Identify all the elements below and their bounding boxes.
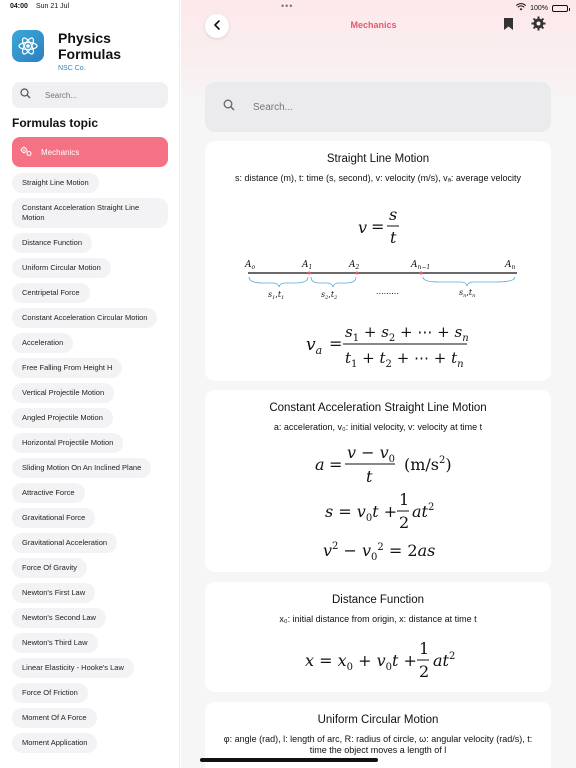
card-description: x₀: initial distance from origin, x: dis…	[279, 614, 477, 624]
card-title: Straight Line Motion	[326, 153, 430, 165]
card-title: Constant Acceleration Straight Line Moti…	[269, 402, 487, 414]
battery-icon	[552, 4, 570, 12]
topic-item[interactable]: Acceleration	[12, 333, 74, 353]
const-accel-formulas: a = v − v0 t (m/s2) s = v0t + 1 2 at2 v2…	[315, 443, 452, 563]
topic-item[interactable]: Moment Application	[12, 733, 98, 753]
formula-card[interactable]: Straight Line Motion s: distance (m), t:…	[205, 141, 551, 381]
svg-text:1: 1	[399, 490, 409, 509]
topic-item[interactable]: Free Falling From Height H	[12, 358, 123, 378]
topic-item[interactable]: Force Of Friction	[12, 683, 88, 703]
svg-text:=: =	[371, 217, 384, 236]
formula-t-den-2: t	[366, 467, 373, 486]
card-title: Distance Function	[331, 594, 425, 606]
svg-text:1: 1	[419, 639, 429, 658]
svg-text:at2: at2	[433, 651, 455, 670]
bookmark-icon	[503, 17, 514, 36]
label-an1: An−1	[410, 260, 430, 271]
motion-segment-diagram: Ao A1 A2 An−1 An s1,t1 s2,t2 sn,tn .....…	[244, 260, 517, 301]
status-date: Sun 21 Jul	[36, 3, 70, 10]
formula-s-num: s	[389, 205, 397, 224]
formula-card[interactable]: Constant Acceleration Straight Line Moti…	[205, 390, 551, 572]
formula-v-lhs: v	[358, 218, 367, 237]
topic-item[interactable]: Newton's Third Law	[12, 633, 98, 653]
topic-item[interactable]: Angled Projectile Motion	[12, 408, 113, 428]
unit-label: (m/s2)	[404, 455, 452, 474]
svg-text:=: =	[329, 334, 342, 353]
topic-item[interactable]: Force Of Gravity	[12, 558, 88, 578]
svg-text:s1 + s2 + ⋯ + sn: s1 + s2 + ⋯ + sn	[345, 323, 469, 344]
multitask-dots-icon[interactable]: •••	[281, 1, 293, 11]
app-header: Physics Formulas NSC Co.	[12, 30, 148, 72]
topic-item[interactable]: Moment Of A Force	[12, 708, 97, 728]
topics-heading: Formulas topic	[12, 116, 99, 130]
formula-card[interactable]: Distance Function x₀: initial distance f…	[205, 582, 551, 692]
topic-item[interactable]: Sliding Motion On An Inclined Plane	[12, 458, 152, 478]
svg-text:v − v0: v − v0	[347, 443, 395, 465]
gear-icon	[531, 16, 546, 36]
gears-icon	[20, 146, 33, 159]
app-subtitle: NSC Co.	[58, 65, 86, 72]
sidebar-search-input[interactable]	[45, 90, 145, 100]
card-description: s: distance (m), t: time (s, second), v:…	[235, 173, 521, 183]
topic-item[interactable]: Straight Line Motion	[12, 173, 99, 193]
status-bar: 04:00 Sun 21 Jul ••• 100%	[0, 0, 576, 14]
card-description: φ: angle (rad), l: length of arc, R: rad…	[223, 734, 533, 755]
svg-text:at2: at2	[412, 502, 434, 521]
svg-text:2: 2	[399, 513, 409, 532]
status-time: 04:00	[10, 3, 28, 10]
wifi-icon	[516, 3, 527, 13]
topic-item[interactable]: Horizontal Projectile Motion	[12, 433, 124, 453]
topic-mechanics-selected[interactable]: Mechanics	[12, 137, 168, 167]
svg-text:va: va	[306, 335, 322, 357]
atom-app-icon	[12, 30, 44, 62]
label-s1t1: s1,t1	[268, 290, 284, 301]
main-search-input[interactable]	[253, 101, 493, 113]
topic-item[interactable]: Newton's Second Law	[12, 608, 106, 628]
label-a2: A2	[348, 260, 360, 271]
topic-list: Straight Line Motion Constant Accelerati…	[12, 173, 172, 758]
label-sntn: sn,tn	[459, 288, 475, 299]
main-content: Mechanics Search... Straight Line Motion…	[181, 0, 576, 768]
bookmark-button[interactable]	[498, 16, 518, 36]
svg-text:x = x0 + v0t +: x = x0 + v0t +	[305, 651, 417, 673]
label-a1: A1	[301, 260, 312, 271]
average-velocity-formula: va = s1 + s2 + ⋯ + sn t1 + t2 + ⋯ + tn	[306, 323, 469, 370]
svg-text:s = v0t +: s = v0t +	[325, 502, 397, 524]
formula-t-den: t	[390, 228, 397, 247]
topic-item[interactable]: Centripetal Force	[12, 283, 90, 303]
topic-item[interactable]: Uniform Circular Motion	[12, 258, 111, 278]
search-icon	[223, 98, 235, 116]
distance-function-formula: x = x0 + v0t + 1 2 at2	[305, 639, 455, 681]
label-a0: Ao	[244, 260, 256, 271]
card-title: Uniform Circular Motion	[317, 714, 439, 726]
home-indicator[interactable]	[200, 758, 378, 762]
topic-active-label: Mechanics	[41, 147, 80, 157]
topic-item[interactable]: Gravitational Acceleration	[12, 533, 118, 553]
label-an: An	[504, 260, 516, 271]
straight-line-formulas: v = s t Ao A1 A2 An−1 An s1,t1 s2,t2 sn,…	[244, 205, 517, 370]
topic-item[interactable]: Newton's First Law	[12, 583, 96, 603]
topic-item[interactable]: Vertical Projectile Motion	[12, 383, 115, 403]
sidebar: Physics Formulas NSC Co. Formulas topic …	[0, 0, 180, 768]
ellipsis-dots: .........	[376, 287, 399, 296]
svg-text:t1 + t2 + ⋯ + tn: t1 + t2 + ⋯ + tn	[345, 349, 464, 370]
card-description: a: acceleration, v₀: initial velocity, v…	[273, 422, 483, 432]
topic-item[interactable]: Constant Acceleration Straight Line Moti…	[12, 198, 168, 228]
svg-text:v2 − v02 = 2as: v2 − v02 = 2as	[323, 541, 435, 563]
svg-text:2: 2	[419, 662, 429, 681]
svg-text:=: =	[329, 455, 342, 474]
search-icon	[20, 86, 31, 104]
settings-button[interactable]	[528, 16, 548, 36]
topic-item[interactable]: Gravitational Force	[12, 508, 96, 528]
battery-percent: 100%	[530, 4, 548, 12]
topic-item[interactable]: Distance Function	[12, 233, 93, 253]
topic-item[interactable]: Attractive Force	[12, 483, 85, 503]
topic-item[interactable]: Constant Acceleration Circular Motion	[12, 308, 158, 328]
svg-text:a: a	[315, 455, 325, 474]
app-title: Physics Formulas	[58, 30, 122, 62]
label-s2t2: s2,t2	[321, 290, 337, 301]
sidebar-search[interactable]	[12, 82, 168, 108]
main-search[interactable]	[205, 82, 551, 132]
topic-item[interactable]: Linear Elasticity - Hooke's Law	[12, 658, 134, 678]
